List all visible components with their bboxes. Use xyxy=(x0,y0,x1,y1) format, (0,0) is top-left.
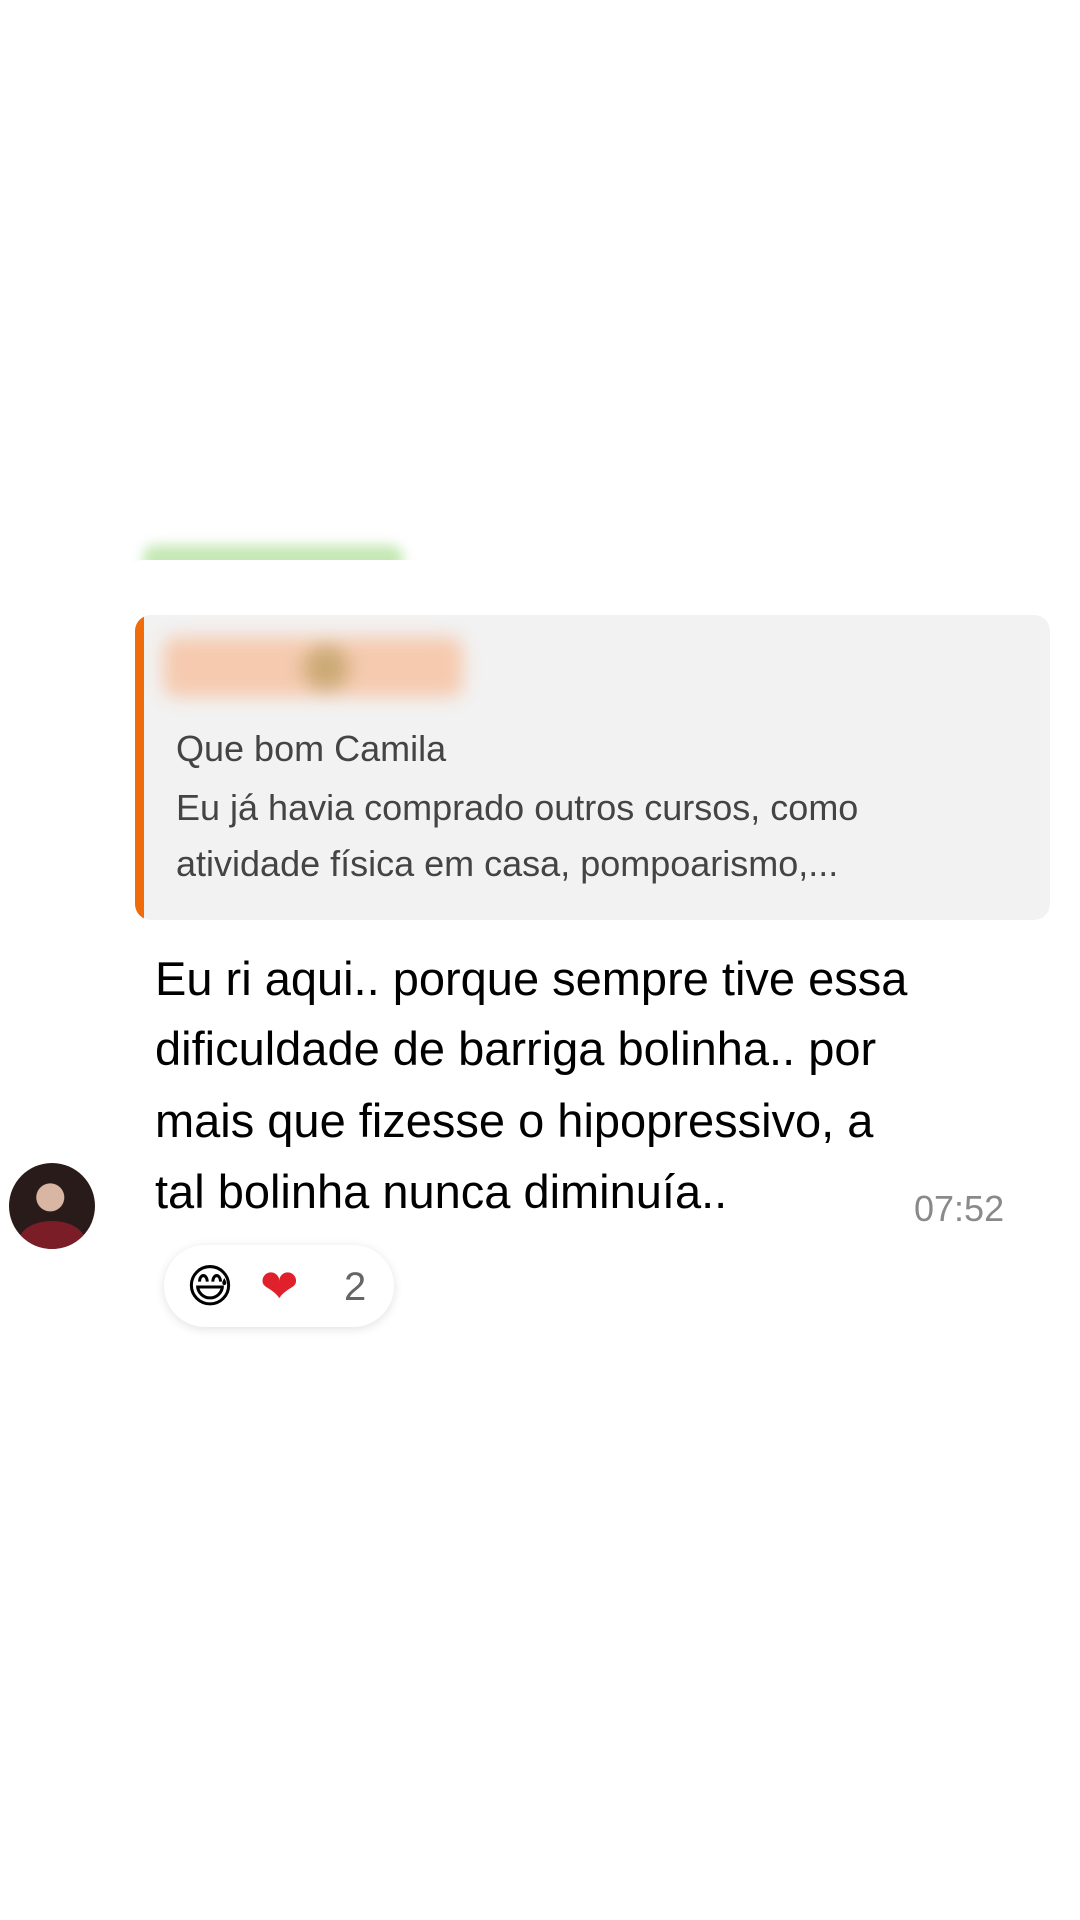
avatar[interactable] xyxy=(9,1163,95,1249)
quoted-message[interactable]: Que bom Camila Eu já havia comprado outr… xyxy=(135,615,1050,920)
quoted-text-line: Eu já havia comprado outros cursos, como xyxy=(176,787,859,828)
message-text-line: mais que fizesse o hipopressivo, a xyxy=(155,1094,874,1147)
chat-screen: Que bom Camila Eu já havia comprado outr… xyxy=(0,0,1080,1920)
grinning-sweat-emoji-icon: 😅 xyxy=(186,1260,234,1312)
message-timestamp: 07:52 xyxy=(914,1188,1005,1229)
quote-accent-bar xyxy=(135,615,144,920)
quoted-author-blurred xyxy=(163,637,463,697)
message-text-line: Eu ri aqui.. porque sempre tive essa xyxy=(155,952,908,1005)
reaction-count: 2 xyxy=(344,1265,367,1309)
reactions-pill[interactable]: 😅 ❤ 2 xyxy=(164,1245,394,1327)
quoted-title: Que bom Camila xyxy=(176,728,447,769)
quoted-text-line: atividade física em casa, pompoarismo,..… xyxy=(176,843,839,884)
message-text-line: dificuldade de barriga bolinha.. por xyxy=(155,1022,877,1075)
heart-emoji-icon: ❤ xyxy=(260,1260,299,1312)
message-text-line: tal bolinha nunca diminuía.. xyxy=(155,1165,728,1218)
